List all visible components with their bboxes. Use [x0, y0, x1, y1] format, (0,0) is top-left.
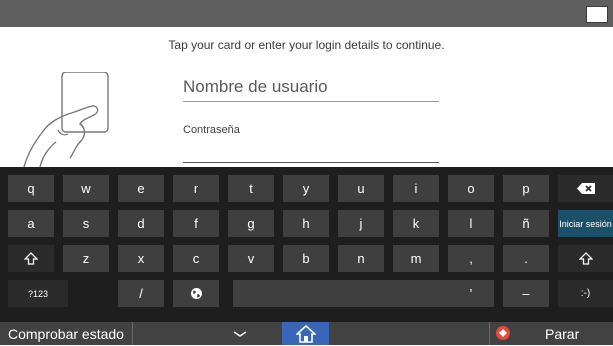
card-tap-illustration: [23, 72, 109, 167]
smiley-key[interactable]: :-): [558, 280, 613, 307]
key-m[interactable]: m: [393, 245, 439, 272]
key-w[interactable]: w: [63, 175, 109, 202]
shift-key-left[interactable]: [8, 245, 54, 272]
key-x[interactable]: x: [118, 245, 164, 272]
key-k[interactable]: k: [393, 210, 439, 237]
key-z[interactable]: z: [63, 245, 109, 272]
stop-icon: [496, 326, 510, 340]
sleep-button[interactable]: [586, 6, 608, 23]
key-n-tilde[interactable]: ñ: [503, 210, 549, 237]
key-slash[interactable]: /: [118, 280, 164, 307]
key-comma[interactable]: ,: [448, 245, 494, 272]
symbols-key[interactable]: ?123: [8, 280, 68, 307]
login-key[interactable]: Iniciar sesión: [558, 210, 613, 237]
username-field[interactable]: Nombre de usuario: [183, 75, 439, 102]
key-d[interactable]: d: [118, 210, 164, 237]
password-label: Contraseña: [183, 124, 240, 136]
shift-key-right[interactable]: [558, 245, 613, 272]
key-c[interactable]: c: [173, 245, 219, 272]
language-key[interactable]: [173, 280, 219, 307]
globe-icon: [190, 288, 202, 299]
backspace-key[interactable]: [558, 175, 613, 202]
key-l[interactable]: l: [448, 210, 494, 237]
key-i[interactable]: i: [393, 175, 439, 202]
shift-icon: [24, 252, 38, 265]
top-bar: [0, 0, 613, 27]
key-v[interactable]: v: [228, 245, 274, 272]
stop-button[interactable]: Parar: [490, 322, 613, 345]
key-h[interactable]: h: [283, 210, 329, 237]
key-r[interactable]: r: [173, 175, 219, 202]
key-t[interactable]: t: [228, 175, 274, 202]
key-u[interactable]: u: [338, 175, 384, 202]
key-j[interactable]: j: [338, 210, 384, 237]
key-apostrophe[interactable]: ': [448, 280, 494, 307]
key-e[interactable]: e: [118, 175, 164, 202]
key-dash[interactable]: –: [503, 280, 549, 307]
check-status-button[interactable]: Comprobar estado: [0, 322, 133, 345]
key-f[interactable]: f: [173, 210, 219, 237]
password-field[interactable]: Contraseña: [183, 121, 439, 163]
home-button[interactable]: [282, 322, 329, 345]
chevron-down-icon: [233, 331, 247, 337]
key-n[interactable]: n: [338, 245, 384, 272]
shift-icon: [578, 252, 593, 265]
key-s[interactable]: s: [63, 210, 109, 237]
key-g[interactable]: g: [228, 210, 274, 237]
stop-label: Parar: [545, 326, 580, 342]
key-p[interactable]: p: [503, 175, 549, 202]
key-q[interactable]: q: [8, 175, 54, 202]
status-bar: Comprobar estado Parar: [0, 322, 613, 345]
key-b[interactable]: b: [283, 245, 329, 272]
key-o[interactable]: o: [448, 175, 494, 202]
on-screen-keyboard: q w e r t y u i o p a s d f g h j k l ñ …: [0, 167, 613, 322]
key-y[interactable]: y: [283, 175, 329, 202]
moon-icon: [593, 9, 598, 20]
key-period[interactable]: .: [503, 245, 549, 272]
collapse-keyboard-button[interactable]: [228, 326, 252, 342]
home-icon: [295, 324, 316, 343]
key-a[interactable]: a: [8, 210, 54, 237]
login-prompt: Tap your card or enter your login detail…: [168, 38, 445, 52]
login-panel: Tap your card or enter your login detail…: [0, 27, 613, 167]
backspace-icon: [576, 183, 595, 194]
space-key[interactable]: [233, 280, 449, 307]
